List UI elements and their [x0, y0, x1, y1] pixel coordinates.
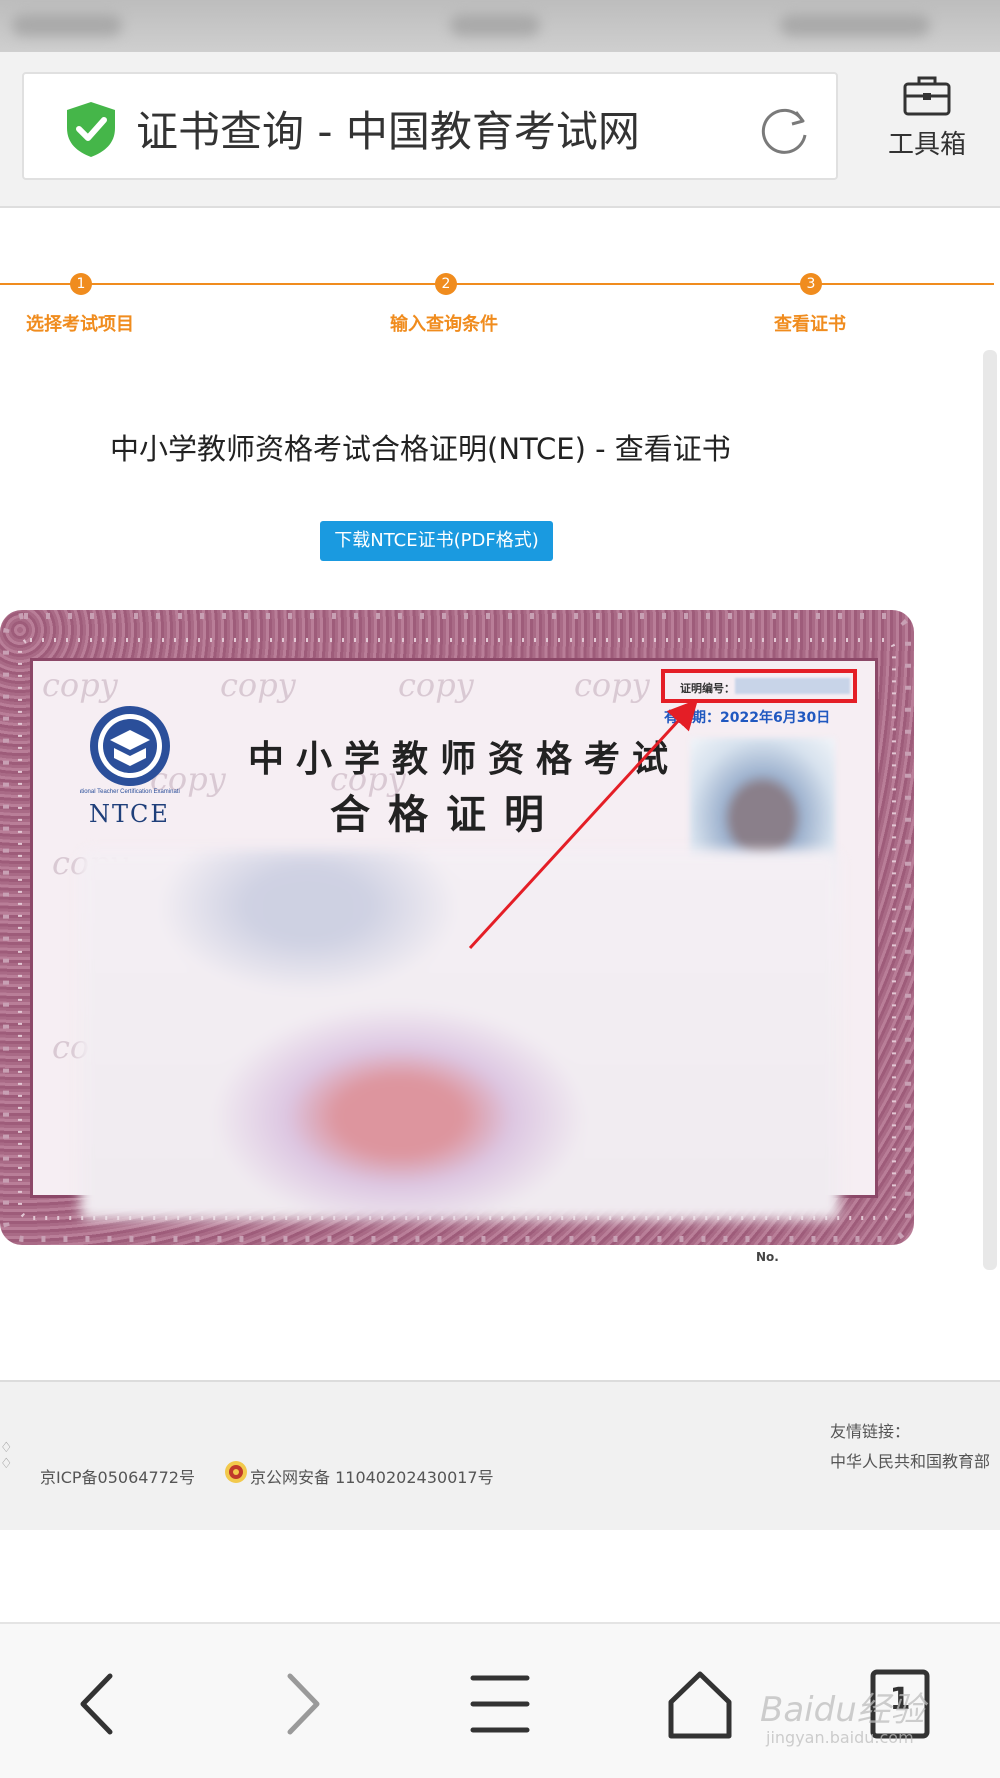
step-1-label[interactable]: 选择考试项目 [26, 310, 134, 336]
page-heading: 中小学教师资格考试合格证明(NTCE) - 查看证书 [110, 432, 731, 466]
step-3-dot: 3 [800, 273, 822, 295]
serial-no-label: No. [756, 1250, 779, 1264]
icp-record-link[interactable]: 京ICP备05064772号 [40, 1464, 195, 1488]
toolbox-button[interactable]: 工具箱 [872, 74, 982, 184]
page-title: 证书查询 - 中国教育考试网 [136, 107, 640, 156]
friend-link-moe[interactable]: 中华人民共和国教育部 [830, 1448, 990, 1472]
police-record-link[interactable]: 京公网安备 11040202430017号 [250, 1464, 494, 1488]
steps-line [0, 283, 994, 285]
toolbox-label: 工具箱 [887, 130, 966, 160]
friend-links-label: 友情链接： [830, 1422, 911, 1441]
screen: 证书查询 - 中国教育考试网 工具箱 1 选择考试项目 2 输入查询条件 3 查… [0, 0, 1000, 1778]
annotation-arrow [468, 699, 699, 950]
progress-steps: 1 选择考试项目 2 输入查询条件 3 查看证书 [0, 206, 1000, 346]
home-icon[interactable] [655, 1664, 745, 1744]
baidu-watermark: Baidu经验 [760, 1690, 925, 1730]
download-pdf-button[interactable]: 下载NTCE证书(PDF格式) [320, 521, 553, 561]
step-2-dot: 2 [435, 273, 457, 295]
certificate-image: copy copy copy copy copy copy copy copy … [0, 610, 914, 1264]
status-blur [450, 14, 540, 36]
footer-edge-glyph: ♢ ♢ [0, 1440, 13, 1472]
police-badge-icon [225, 1461, 247, 1483]
status-bar [0, 0, 1000, 52]
address-bar[interactable]: 证书查询 - 中国教育考试网 [22, 72, 838, 180]
scrollbar[interactable] [983, 350, 997, 1270]
toolbox-icon [903, 76, 951, 116]
status-blur [780, 14, 930, 36]
browser-bottom-nav: 1 Baidu经验 jingyan.baidu.com [0, 1622, 1000, 1778]
forward-icon[interactable] [255, 1664, 345, 1744]
browser-toolbar: 证书查询 - 中国教育考试网 工具箱 [0, 52, 1000, 208]
status-blur [12, 14, 122, 36]
step-2-label[interactable]: 输入查询条件 [390, 310, 498, 336]
refresh-icon[interactable] [756, 102, 812, 158]
step-1-dot: 1 [70, 273, 92, 295]
site-footer: ♢ ♢ 京ICP备05064772号 京公网安备 11040202430017号 … [0, 1380, 1000, 1530]
step-3-label[interactable]: 查看证书 [774, 310, 846, 336]
back-icon[interactable] [55, 1664, 145, 1744]
shield-check-icon [67, 102, 115, 157]
menu-icon[interactable] [455, 1664, 545, 1744]
baidu-watermark-url: jingyan.baidu.com [766, 1728, 914, 1747]
